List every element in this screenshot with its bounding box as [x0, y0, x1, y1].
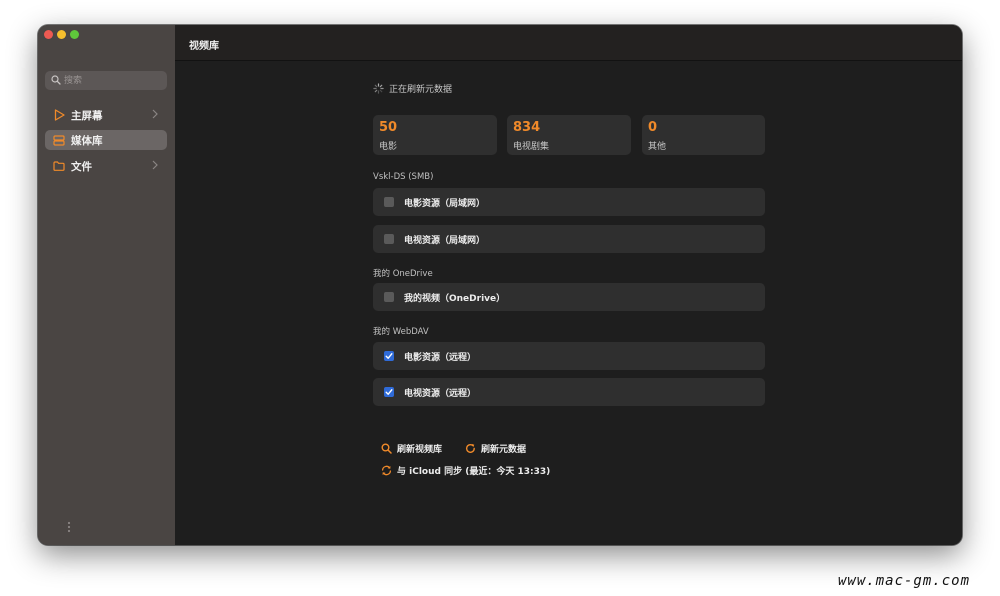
- refresh-status: 正在刷新元数据: [373, 81, 452, 95]
- source-folder-row[interactable]: 我的视频（OneDrive）: [373, 283, 765, 311]
- refresh-icon: [465, 443, 475, 453]
- sidebar-item-label: 媒体库: [71, 134, 103, 147]
- folder-checkbox[interactable]: [384, 234, 394, 244]
- stat-card-movies: 50 电影: [373, 115, 497, 155]
- folder-checkbox-checked[interactable]: [384, 351, 394, 361]
- icloud-sync-label: 与 iCloud 同步 (最近：今天 13:33): [397, 466, 551, 477]
- search-icon: [381, 443, 392, 454]
- folder-icon: [52, 159, 66, 173]
- source-heading-onedrive: 我的 OneDrive: [373, 269, 433, 279]
- checkmark-icon: [385, 353, 393, 359]
- search-icon: [51, 75, 61, 85]
- page-title: 视频库: [189, 41, 219, 52]
- source-folder-row[interactable]: 电视资源（远程）: [373, 378, 765, 406]
- stat-label: 其他: [648, 142, 667, 152]
- search-field[interactable]: [45, 71, 167, 90]
- minimize-window-button[interactable]: [57, 30, 66, 39]
- stat-card-other: 0 其他: [642, 115, 765, 155]
- checkmark-icon: [385, 389, 393, 395]
- play-icon: [52, 108, 66, 122]
- sidebar-item-label: 主屏幕: [71, 109, 103, 122]
- source-heading-webdav: 我的 WebDAV: [373, 327, 429, 337]
- folder-checkbox[interactable]: [384, 197, 394, 207]
- source-heading-smb: Vskl-DS (SMB): [373, 172, 434, 182]
- refresh-library-button[interactable]: 刷新视频库: [381, 441, 442, 455]
- sidebar-item-library[interactable]: 媒体库: [45, 130, 167, 150]
- refresh-metadata-label: 刷新元数据: [481, 444, 527, 455]
- app-window: 主屏幕 媒体库 文件 视频库: [38, 25, 962, 545]
- watermark-text: www.mac-gm.com: [838, 573, 971, 589]
- folder-checkbox-checked[interactable]: [384, 387, 394, 397]
- icloud-sync-button[interactable]: 与 iCloud 同步 (最近：今天 13:33): [381, 463, 550, 477]
- title-bar: 视频库: [175, 25, 962, 61]
- folder-checkbox[interactable]: [384, 292, 394, 302]
- refresh-metadata-button[interactable]: 刷新元数据: [465, 441, 526, 455]
- sidebar-item-files[interactable]: 文件: [45, 156, 167, 176]
- folder-label: 我的视频（OneDrive）: [404, 294, 506, 304]
- library-icon: [52, 133, 66, 147]
- zoom-window-button[interactable]: [70, 30, 79, 39]
- chevron-right-icon: [152, 160, 158, 170]
- search-input[interactable]: [64, 72, 160, 89]
- folder-label: 电影资源（远程）: [404, 353, 477, 363]
- refresh-library-label: 刷新视频库: [397, 444, 443, 455]
- source-folder-row[interactable]: 电影资源（远程）: [373, 342, 765, 370]
- source-folder-row[interactable]: 电视资源（局域网）: [373, 225, 765, 253]
- stat-value: 834: [513, 120, 541, 135]
- folder-label: 电影资源（局域网）: [404, 199, 486, 209]
- stat-card-tv-episodes: 834 电视剧集: [507, 115, 631, 155]
- stat-label: 电视剧集: [513, 142, 550, 152]
- chevron-right-icon: [152, 109, 158, 119]
- sidebar-item-label: 文件: [71, 160, 92, 173]
- source-folder-row[interactable]: 电影资源（局域网）: [373, 188, 765, 216]
- sidebar-item-home[interactable]: 主屏幕: [45, 105, 167, 125]
- sidebar: 主屏幕 媒体库 文件: [38, 25, 175, 545]
- status-text: 正在刷新元数据: [389, 84, 453, 95]
- stat-value: 0: [648, 120, 658, 135]
- main-content: 视频库 正在刷新元数据 50 电影 834 电视剧集 0 其他 Vskl-DS …: [175, 25, 962, 545]
- folder-label: 电视资源（远程）: [404, 389, 477, 399]
- stat-value: 50: [379, 120, 398, 135]
- close-window-button[interactable]: [44, 30, 53, 39]
- stat-label: 电影: [379, 142, 398, 152]
- spinner-icon: [373, 82, 384, 94]
- folder-label: 电视资源（局域网）: [404, 236, 486, 246]
- sync-icon: [381, 465, 392, 475]
- more-options-icon[interactable]: [67, 521, 71, 533]
